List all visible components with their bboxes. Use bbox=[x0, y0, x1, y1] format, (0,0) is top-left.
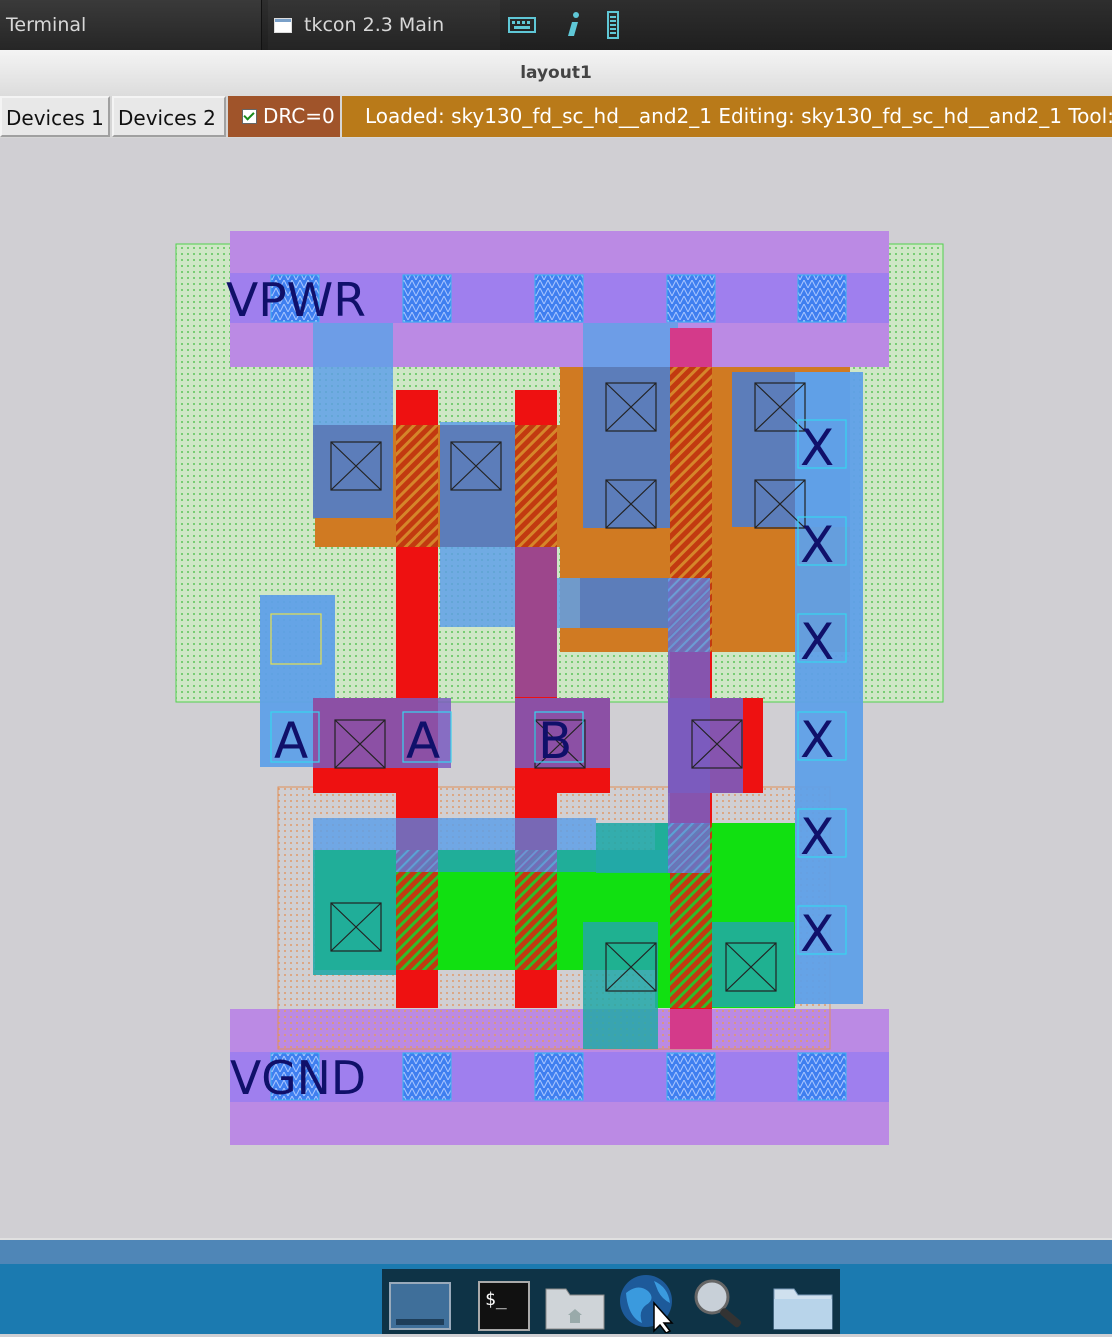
battery-icon[interactable] bbox=[606, 0, 620, 50]
desktop-icon[interactable] bbox=[388, 1281, 452, 1335]
terminal-label: Terminal bbox=[6, 14, 87, 36]
output-x-label-6: X bbox=[800, 905, 834, 963]
output-x-label-1: X bbox=[800, 419, 834, 477]
pmos-gate-a bbox=[396, 425, 438, 547]
svg-text:$_: $_ bbox=[485, 1289, 507, 1310]
taskbar-terminal-button[interactable]: Terminal bbox=[0, 0, 262, 50]
status-bar: Loaded: sky130_fd_sc_hd__and2_1 Editing:… bbox=[342, 96, 1112, 137]
web-browser-icon[interactable] bbox=[618, 1273, 680, 1337]
li-gnd-drop1 bbox=[583, 922, 658, 1049]
output-x-label-3: X bbox=[800, 613, 834, 671]
layout-view[interactable]: VPWR VGND A A B X X X X X X bbox=[0, 138, 1112, 1238]
pmos-gate-b bbox=[515, 425, 557, 547]
dock: $_ bbox=[382, 1269, 840, 1334]
keyboard-icon[interactable] bbox=[508, 0, 536, 50]
devices-2-button[interactable]: Devices 2 bbox=[112, 96, 226, 137]
folder-icon[interactable] bbox=[772, 1281, 834, 1335]
window-icon bbox=[274, 17, 292, 33]
li-gnd-drop2 bbox=[706, 922, 794, 1007]
checkbox-icon bbox=[242, 109, 257, 124]
input-a-label-2: A bbox=[406, 712, 440, 770]
window-title: layout1 bbox=[0, 50, 1112, 97]
drc-label: DRC=0 bbox=[263, 104, 335, 128]
info-icon[interactable] bbox=[564, 0, 584, 50]
home-folder-icon[interactable] bbox=[544, 1281, 606, 1335]
drc-toggle[interactable]: DRC=0 bbox=[228, 96, 340, 137]
search-icon[interactable] bbox=[690, 1277, 752, 1337]
output-x-label-4: X bbox=[800, 711, 834, 769]
input-a-label-1: A bbox=[274, 712, 308, 770]
li-source-n bbox=[313, 850, 408, 975]
layout-canvas[interactable]: VPWR VGND A A B X X X X X X bbox=[0, 138, 1112, 1238]
vpwr-label: VPWR bbox=[226, 273, 366, 327]
vgnd-label: VGND bbox=[230, 1051, 366, 1105]
output-x-label-5: X bbox=[800, 808, 834, 866]
horizontal-scrollbar[interactable] bbox=[0, 1238, 1112, 1264]
terminal-icon[interactable]: $_ bbox=[478, 1281, 530, 1335]
input-b-label: B bbox=[538, 712, 572, 770]
devices-1-button[interactable]: Devices 1 bbox=[0, 96, 110, 137]
output-x-label-2: X bbox=[800, 516, 834, 574]
tkcon-label: tkcon 2.3 Main bbox=[304, 14, 445, 36]
taskbar-tkcon-button[interactable]: tkcon 2.3 Main bbox=[268, 0, 500, 50]
toolbar: Devices 1 Devices 2 DRC=0 Loaded: sky130… bbox=[0, 96, 1112, 138]
top-taskbar: Terminal tkcon 2.3 Main bbox=[0, 0, 1112, 50]
